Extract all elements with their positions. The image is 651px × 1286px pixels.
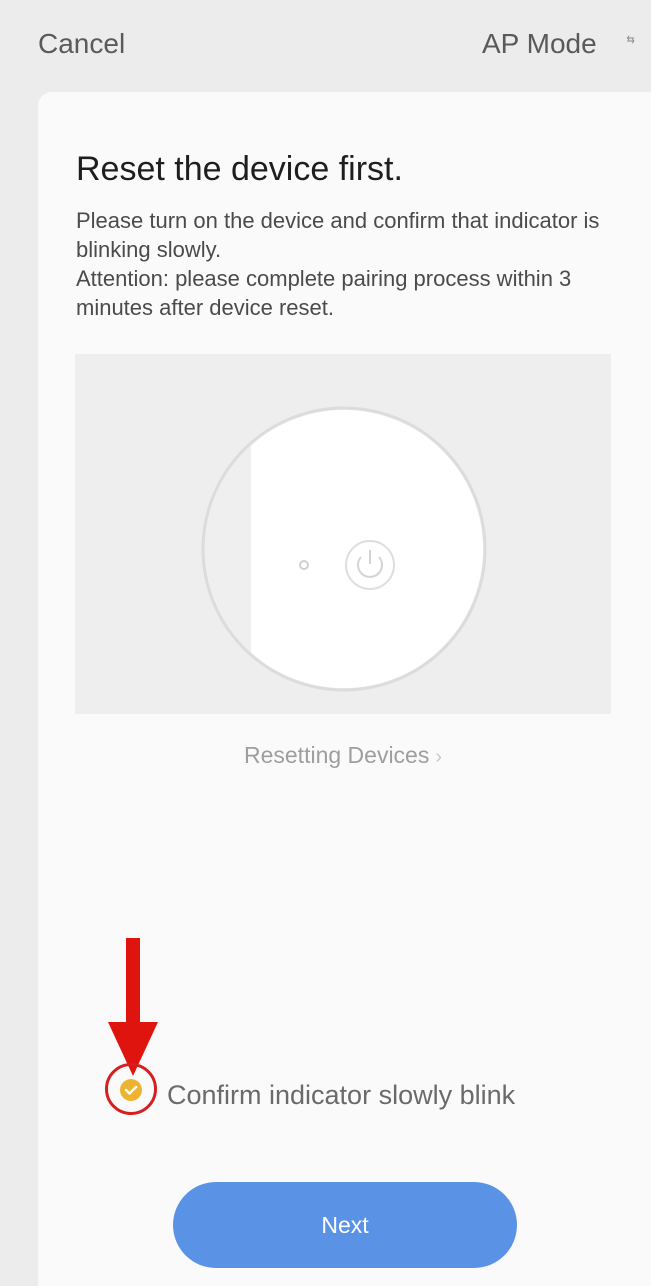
chevron-right-icon: › xyxy=(435,746,443,768)
checkmark-icon xyxy=(120,1079,142,1101)
instructions: Please turn on the device and confirm th… xyxy=(76,206,616,322)
red-arrow-annotation xyxy=(108,938,158,1076)
page-title: Reset the device first. xyxy=(76,150,403,188)
confirm-checkbox[interactable] xyxy=(105,1063,157,1115)
resetting-devices-link[interactable]: Resetting Devices › xyxy=(0,742,651,769)
ap-mode-switch[interactable]: AP Mode xyxy=(482,28,597,60)
device-illustration[interactable] xyxy=(75,354,611,714)
device-body xyxy=(251,410,483,688)
confirm-label[interactable]: Confirm indicator slowly blink xyxy=(167,1080,515,1111)
switch-arrows-icon[interactable]: ⇆ xyxy=(626,33,634,46)
device-illustration-graphic xyxy=(201,406,487,692)
next-button[interactable]: Next xyxy=(173,1182,517,1268)
instruction-line: Please turn on the device and confirm th… xyxy=(76,208,600,262)
resetting-devices-label: Resetting Devices xyxy=(243,742,430,768)
instruction-line: Attention: please complete pairing proce… xyxy=(76,266,572,320)
cancel-button[interactable]: Cancel xyxy=(38,28,125,60)
